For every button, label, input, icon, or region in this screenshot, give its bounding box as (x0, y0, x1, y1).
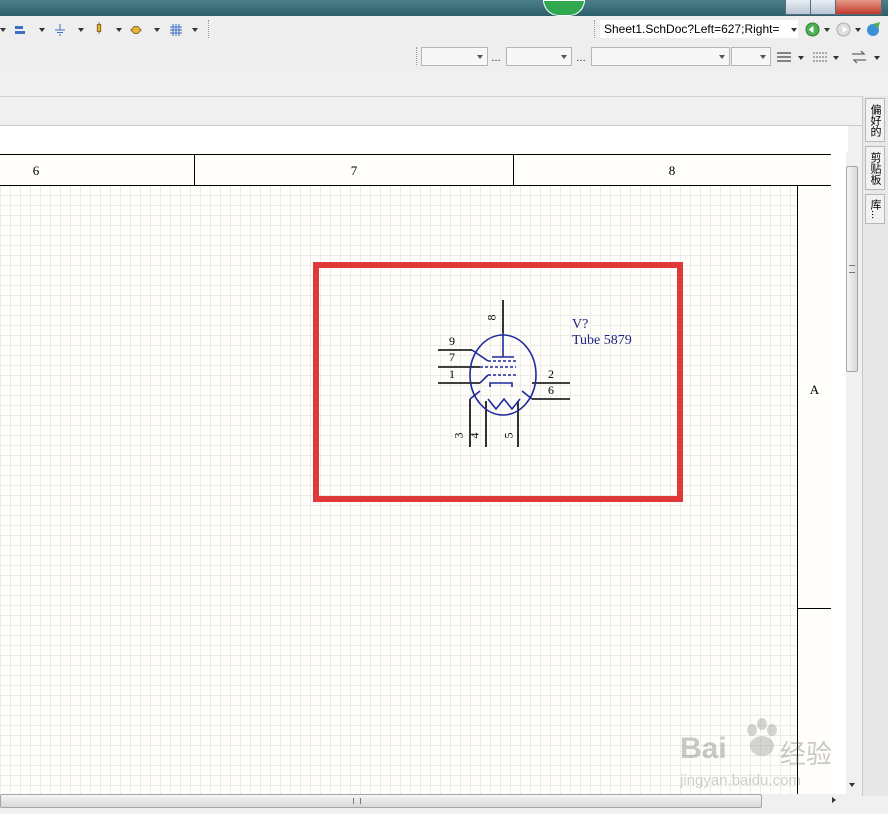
swap-icon[interactable] (851, 50, 867, 64)
forward-icon[interactable] (836, 22, 851, 37)
chevron-down-icon[interactable] (791, 28, 797, 32)
horizontal-scrollbar-thumb[interactable] (0, 794, 762, 808)
chevron-down-icon[interactable] (824, 28, 830, 32)
toolbar-row-1: Sheet1.SchDoc?Left=627;Right= (0, 16, 888, 44)
minimize-button[interactable] (785, 0, 811, 15)
ground-icon[interactable] (54, 24, 66, 36)
chevron-down-icon[interactable] (192, 28, 198, 32)
watermark-brand: Bai (680, 732, 727, 765)
chevron-down-icon[interactable] (78, 28, 84, 32)
close-button[interactable] (835, 0, 882, 15)
toolbar-separator (416, 47, 419, 65)
toolbar-row-2: … … (0, 44, 888, 70)
zone-label: 8 (668, 163, 676, 178)
baidu-watermark: Bai 经验 jingyan.baidu.com (676, 718, 846, 796)
ellipsis-icon: … (576, 53, 586, 64)
chevron-down-icon[interactable] (116, 28, 122, 32)
line-style-icon[interactable] (813, 51, 828, 63)
zone-band-top: 6 7 8 (0, 154, 831, 186)
grip-icon (849, 265, 855, 273)
align-icon[interactable] (14, 24, 26, 36)
zone-divider (798, 608, 831, 609)
font-name-select[interactable] (421, 47, 488, 66)
sidebar-tab-libraries[interactable]: 库... (865, 194, 885, 224)
document-path-field[interactable]: Sheet1.SchDoc?Left=627;Right= (600, 20, 798, 38)
chevron-down-icon[interactable] (798, 56, 804, 60)
ellipsis-icon: … (491, 53, 501, 64)
document-tab-bar (0, 96, 862, 126)
scroll-down-arrow-icon[interactable] (849, 783, 855, 787)
navigate-icon[interactable] (866, 21, 882, 37)
highlight-box (313, 262, 683, 502)
grid-icon[interactable] (170, 24, 182, 36)
back-icon[interactable] (805, 22, 820, 37)
watermark-brand-cn: 经验 (780, 740, 833, 770)
chevron-down-icon[interactable] (874, 56, 880, 60)
vertical-scrollbar-thumb[interactable] (846, 166, 858, 372)
chevron-down-icon[interactable] (154, 28, 160, 32)
taskbar-strip (0, 0, 888, 16)
chevron-down-icon[interactable] (833, 56, 839, 60)
grip-icon (353, 798, 361, 804)
chevron-down-icon[interactable] (39, 28, 45, 32)
font-size-select[interactable] (506, 47, 572, 66)
chevron-down-icon[interactable] (0, 28, 6, 32)
zone-label: 7 (350, 163, 358, 178)
zone-label: A (809, 382, 820, 397)
paw-logo-icon (747, 718, 777, 756)
toolbar-separator (594, 20, 597, 38)
chevron-down-icon[interactable] (855, 28, 861, 32)
maximize-button[interactable] (810, 0, 836, 15)
sidebar-tab-clipboard[interactable]: 剪贴板 (865, 146, 885, 190)
scroll-right-arrow-icon[interactable] (832, 797, 836, 803)
zoom-select[interactable] (731, 47, 771, 66)
toolbar-separator (208, 20, 211, 38)
watermark-url: jingyan.baidu.com (680, 772, 801, 789)
side-panel: 偏好的 剪贴板 库... (862, 96, 888, 796)
style-select[interactable] (591, 47, 730, 66)
sidebar-tab-favorites[interactable]: 偏好的 (865, 98, 885, 142)
badge-icon (543, 0, 585, 16)
zone-label: 6 (32, 163, 40, 178)
zone-band-right: A (797, 186, 831, 804)
part-icon[interactable] (93, 22, 105, 34)
port-icon[interactable] (130, 24, 142, 36)
line-width-icon[interactable] (777, 51, 791, 63)
